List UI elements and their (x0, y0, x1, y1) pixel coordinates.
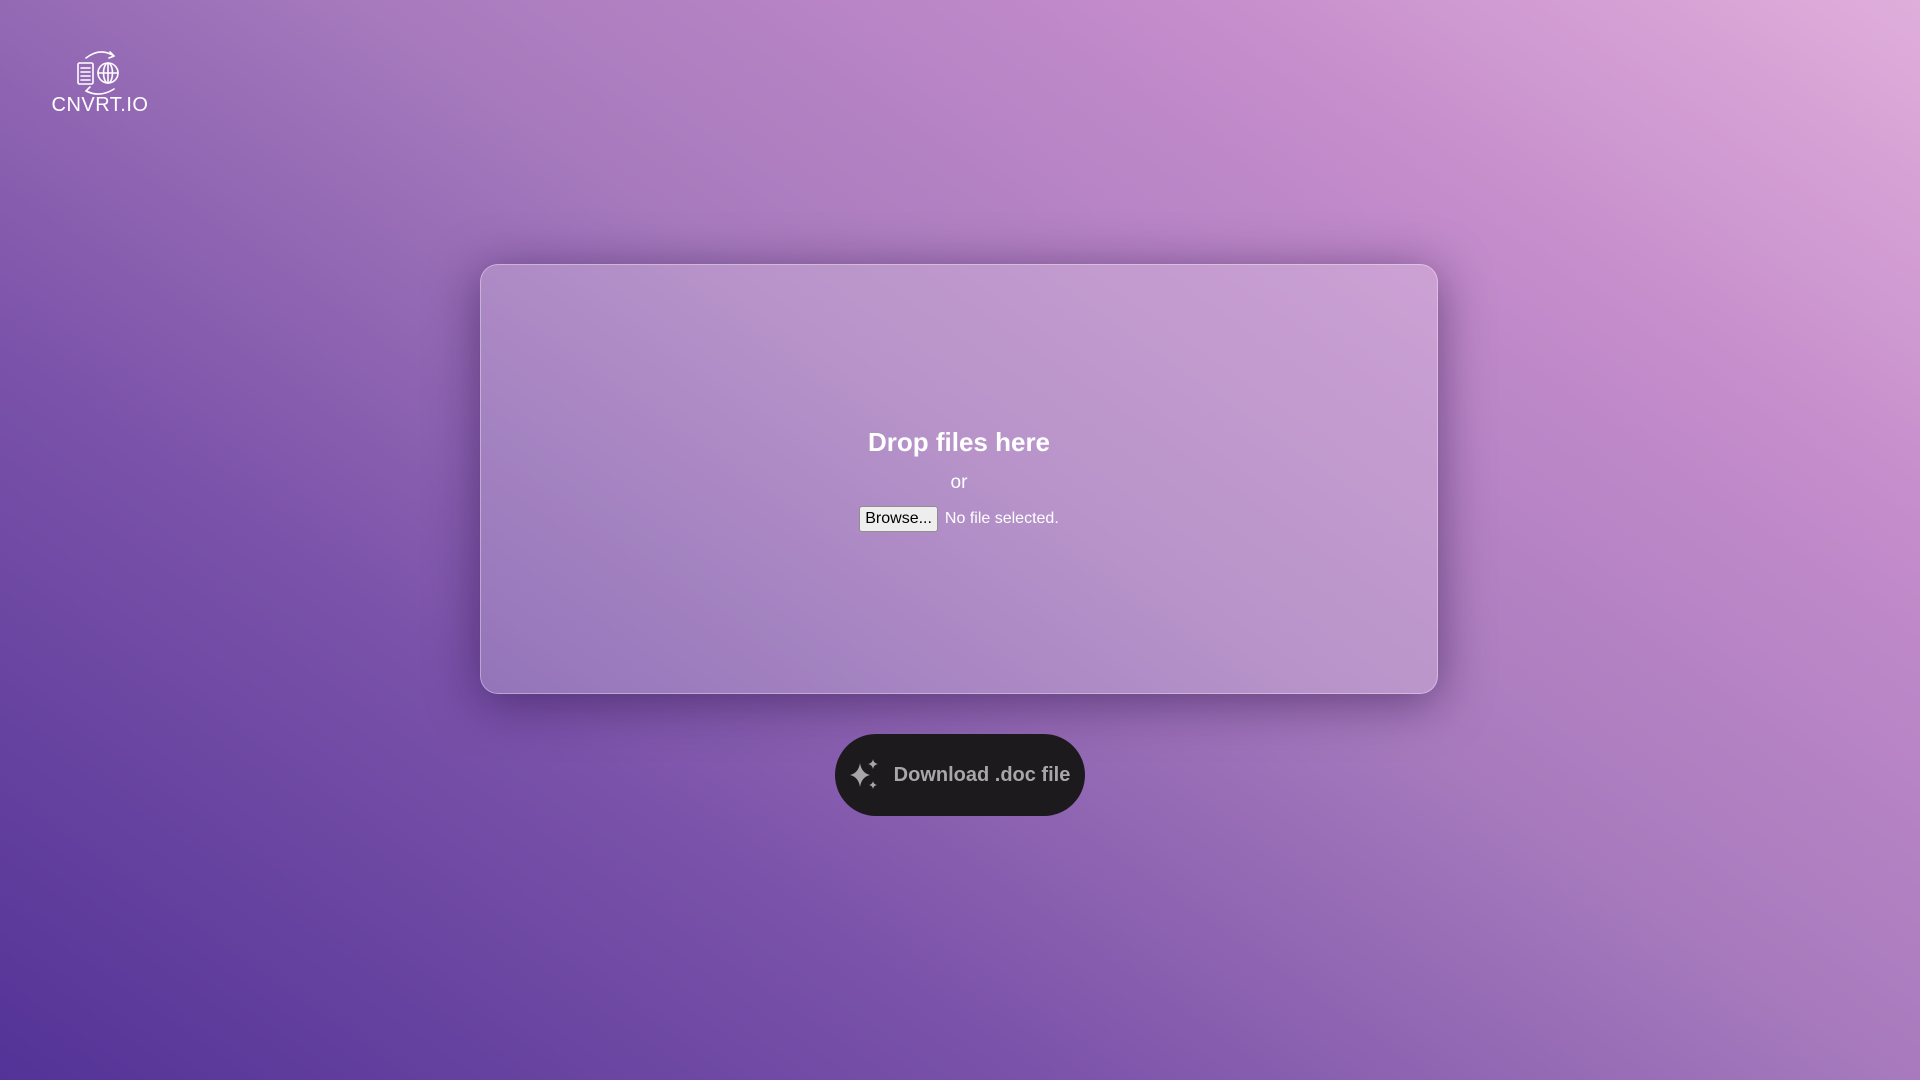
document-globe-convert-icon (77, 51, 119, 95)
file-input[interactable]: Browse... No file selected. (859, 505, 1059, 532)
file-status: No file selected. (944, 509, 1059, 527)
logo-text: CNVRT.IO (51, 94, 149, 116)
browse-button[interactable]: Browse... (859, 505, 938, 532)
sparkle-icon (849, 759, 878, 789)
download-button-label: Download .doc file (893, 763, 1071, 786)
file-drop-zone[interactable]: Drop files here or Browse... No file sel… (480, 264, 1438, 694)
logo[interactable]: CNVRT.IO (48, 48, 152, 117)
download-doc-button[interactable]: Download .doc file (835, 734, 1085, 816)
or-separator: or (950, 471, 968, 493)
drop-title: Drop files here (867, 426, 1051, 457)
